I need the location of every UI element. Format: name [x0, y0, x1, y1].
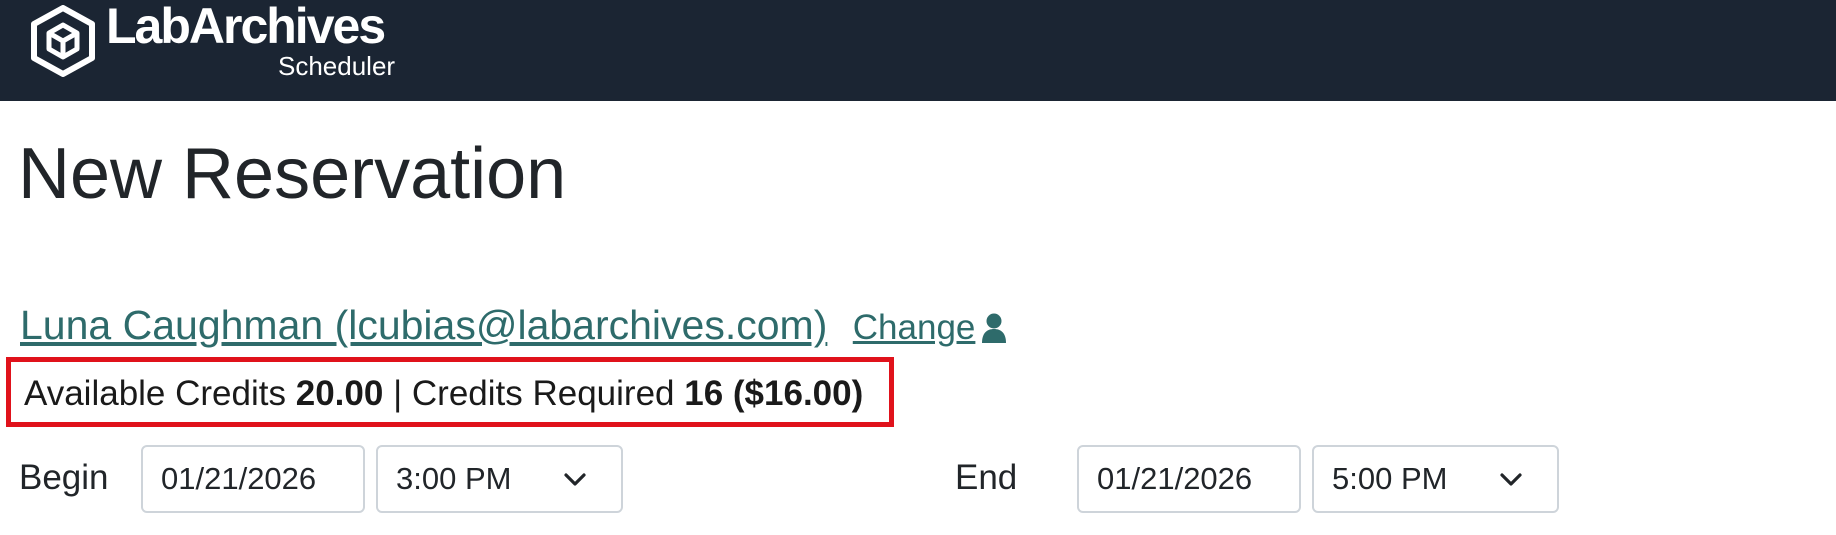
credits-required-label: Credits Required [411, 374, 675, 413]
change-user-label: Change [852, 308, 976, 347]
available-credits-value: 20.00 [295, 374, 384, 413]
credits-summary: Available Credits 20.00 | Credits Requir… [24, 376, 863, 411]
user-name-link[interactable]: Luna Caughman (lcubias@labarchives.com) [20, 302, 827, 348]
product-name: Scheduler [278, 51, 396, 81]
page-title: New Reservation [18, 134, 567, 214]
top-navbar: LabArchives Scheduler [0, 0, 1836, 101]
labarchives-logo[interactable]: LabArchives Scheduler [30, 1, 470, 85]
end-time-select[interactable]: 5:00 PM [1312, 445, 1559, 513]
brand-name: LabArchives [106, 0, 386, 54]
available-credits-label: Available Credits [24, 374, 286, 413]
cube-logo-icon [31, 5, 95, 77]
end-label: End [955, 458, 1018, 497]
end-date-input[interactable]: 01/21/2026 [1077, 445, 1301, 513]
chevron-down-icon [1500, 473, 1522, 486]
chevron-down-icon [564, 473, 586, 486]
selected-user: Luna Caughman (lcubias@labarchives.com) … [20, 305, 1007, 346]
credits-required-value: 16 ($16.00) [684, 374, 864, 413]
begin-label: Begin [19, 458, 109, 497]
person-icon [982, 313, 1007, 343]
begin-time-select[interactable]: 3:00 PM [376, 445, 623, 513]
credits-separator: | [393, 374, 403, 413]
begin-date-input[interactable]: 01/21/2026 [141, 445, 365, 513]
reservation-time-row: Begin 01/21/2026 3:00 PM End 01/21/2026 … [0, 445, 1836, 515]
end-time-value: 5:00 PM [1332, 461, 1448, 496]
begin-time-value: 3:00 PM [396, 461, 512, 496]
change-user-link[interactable]: Change [853, 308, 1008, 347]
credits-highlight-box: Available Credits 20.00 | Credits Requir… [6, 357, 894, 427]
